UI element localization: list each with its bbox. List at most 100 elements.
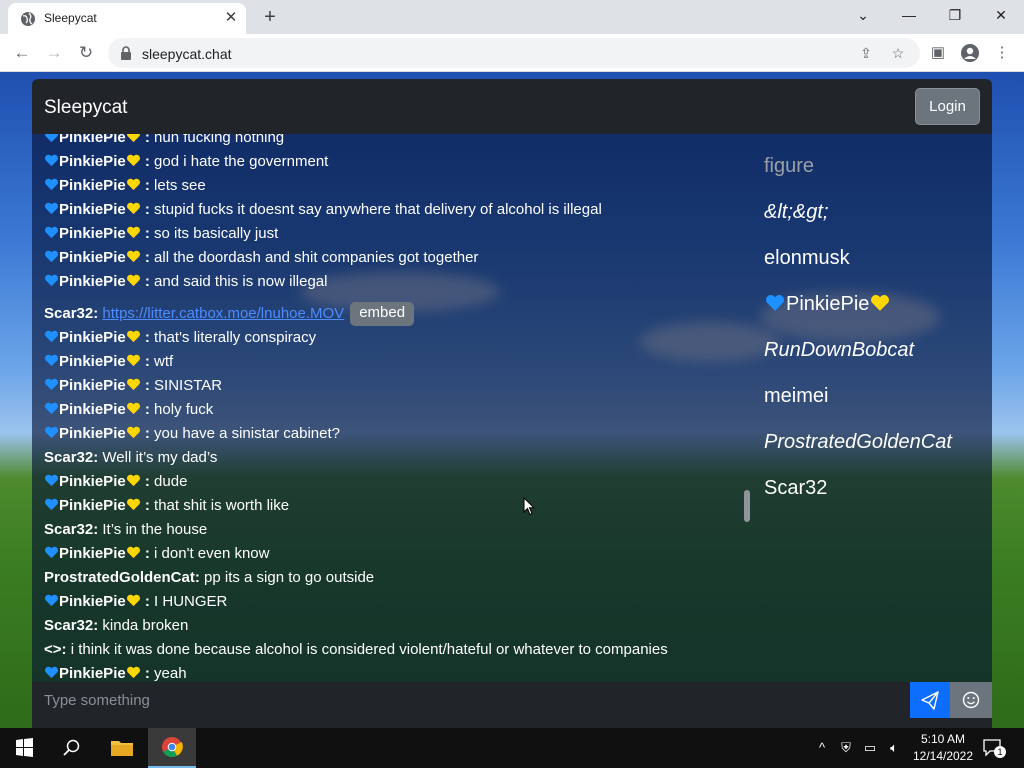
more-menu-icon[interactable]: ⋮ [992,43,1012,63]
user-list-item[interactable]: RunDownBobcat [764,336,914,364]
message-separator: : [140,377,155,394]
taskbar-clock[interactable]: 5:10 AM 12/14/2022 [908,731,978,765]
chat-message: <>: i think it was done because alcohol … [44,638,668,662]
message-username[interactable]: PinkiePie [59,425,126,442]
message-username[interactable]: PinkiePie [59,134,126,146]
restore-icon[interactable]: ❐ [932,0,978,30]
message-username[interactable]: PinkiePie [59,497,126,514]
message-text: all the doordash and shit companies got … [154,249,479,266]
message-scrollbar[interactable] [744,490,750,522]
message-input[interactable] [32,682,910,718]
browser-tab[interactable]: Sleepycat ✕ [8,3,246,34]
message-text: that shit is worth like [154,497,290,514]
message-text: so its basically just [154,225,279,242]
user-name: &lt;&gt; [764,201,829,223]
message-separator: : [140,473,155,490]
user-list-item[interactable]: Scar32 [764,474,827,502]
sleepycat-app: Sleepycat Login PinkiePie : huh fucking … [32,79,992,728]
user-list-item[interactable]: figure [764,152,814,180]
message-username[interactable]: PinkiePie [59,153,126,170]
volume-icon[interactable]: 🔈︎ [884,738,904,758]
chat-message: PinkiePie : so its basically just [44,222,278,246]
tab-close-icon[interactable]: ✕ [222,9,240,27]
message-separator: : [140,329,155,346]
chat-message: PinkiePie : that shit is worth like [44,494,289,518]
message-username[interactable]: <> [44,641,62,658]
search-icon[interactable] [48,728,96,768]
login-button[interactable]: Login [915,88,980,125]
tab-search-chevron-icon[interactable]: ⌄ [840,0,886,30]
message-username[interactable]: PinkiePie [59,249,126,266]
minimize-icon[interactable]: — [886,0,932,30]
message-username[interactable]: Scar32 [44,449,93,466]
yellow-heart-icon [126,354,140,367]
blue-heart-icon [45,666,58,679]
back-arrow-icon[interactable]: ← [10,41,34,65]
message-link[interactable]: https://litter.catbox.moe/lnuhoe.MOV [102,305,344,322]
blue-heart-icon [45,202,58,215]
user-list-item[interactable]: meimei [764,382,828,410]
profile-avatar-icon[interactable] [960,43,980,63]
chat-message: PinkiePie : wtf [44,350,173,374]
message-username[interactable]: ProstratedGoldenCat [44,569,195,586]
yellow-heart-icon [126,134,140,143]
tray-chevron-icon[interactable]: ^ [814,738,830,758]
message-text: kinda broken [102,617,189,634]
message-username[interactable]: Scar32 [44,617,93,634]
message-username[interactable]: PinkiePie [59,377,126,394]
user-list-item[interactable]: PinkiePie [764,290,891,318]
blue-heart-icon [45,378,58,391]
message-separator: : [93,521,103,538]
emoji-button[interactable] [950,682,992,718]
chrome-taskbar-icon[interactable] [148,728,196,768]
share-icon[interactable]: ⇪ [856,43,876,63]
message-username[interactable]: PinkiePie [59,201,126,218]
message-username[interactable]: PinkiePie [59,593,126,610]
chat-message: Scar32: kinda broken [44,614,188,638]
bookmark-star-icon[interactable]: ☆ [888,43,908,63]
chat-message: ProstratedGoldenCat: pp its a sign to go… [44,566,374,590]
forward-arrow-icon[interactable]: → [42,41,66,65]
blue-heart-icon [45,354,58,367]
new-tab-button[interactable]: + [258,5,282,29]
file-explorer-icon[interactable] [98,728,146,768]
yellow-heart-icon [126,402,140,415]
chat-message: PinkiePie : god i hate the government [44,150,328,174]
message-username[interactable]: PinkiePie [59,401,126,418]
side-panel-icon[interactable]: ▣ [928,43,948,63]
mouse-cursor-icon [523,497,535,516]
message-separator: : [140,153,155,170]
message-separator: : [140,665,155,682]
address-bar[interactable]: sleepycat.chat ⇪ ☆ [108,38,920,68]
reload-icon[interactable]: ↻ [74,41,98,65]
message-text: lets see [154,177,206,194]
message-username[interactable]: PinkiePie [59,329,126,346]
window-close-icon[interactable]: ✕ [978,0,1024,30]
message-text: wtf [154,353,174,370]
defender-icon[interactable]: ⛨ [836,738,856,758]
send-button[interactable] [910,682,950,718]
message-username[interactable]: PinkiePie [59,225,126,242]
message-separator: : [93,305,103,322]
message-username[interactable]: PinkiePie [59,473,126,490]
user-list-item[interactable]: &lt;&gt; [764,198,828,226]
chat-message: Scar32: Well it’s my dad’s [44,446,217,470]
message-username[interactable]: Scar32 [44,305,93,322]
message-separator: : [194,569,205,586]
message-username[interactable]: PinkiePie [59,545,126,562]
message-username[interactable]: PinkiePie [59,353,126,370]
user-list-item[interactable]: ProstratedGoldenCat [764,428,952,456]
blue-heart-icon [45,274,58,287]
chat-message: PinkiePie : yeah [44,662,187,682]
start-windows-icon[interactable] [0,728,48,768]
notification-icon[interactable]: 1 [982,738,1006,758]
message-username[interactable]: PinkiePie [59,273,126,290]
message-username[interactable]: PinkiePie [59,177,126,194]
message-text: you have a sinistar cabinet? [154,425,340,442]
network-icon[interactable]: ▭ [860,738,880,758]
embed-button[interactable]: embed [350,302,415,326]
message-username[interactable]: Scar32 [44,521,93,538]
user-list-item[interactable]: elonmusk [764,244,850,272]
message-text: Well it’s my dad’s [102,449,218,466]
message-username[interactable]: PinkiePie [59,665,126,682]
